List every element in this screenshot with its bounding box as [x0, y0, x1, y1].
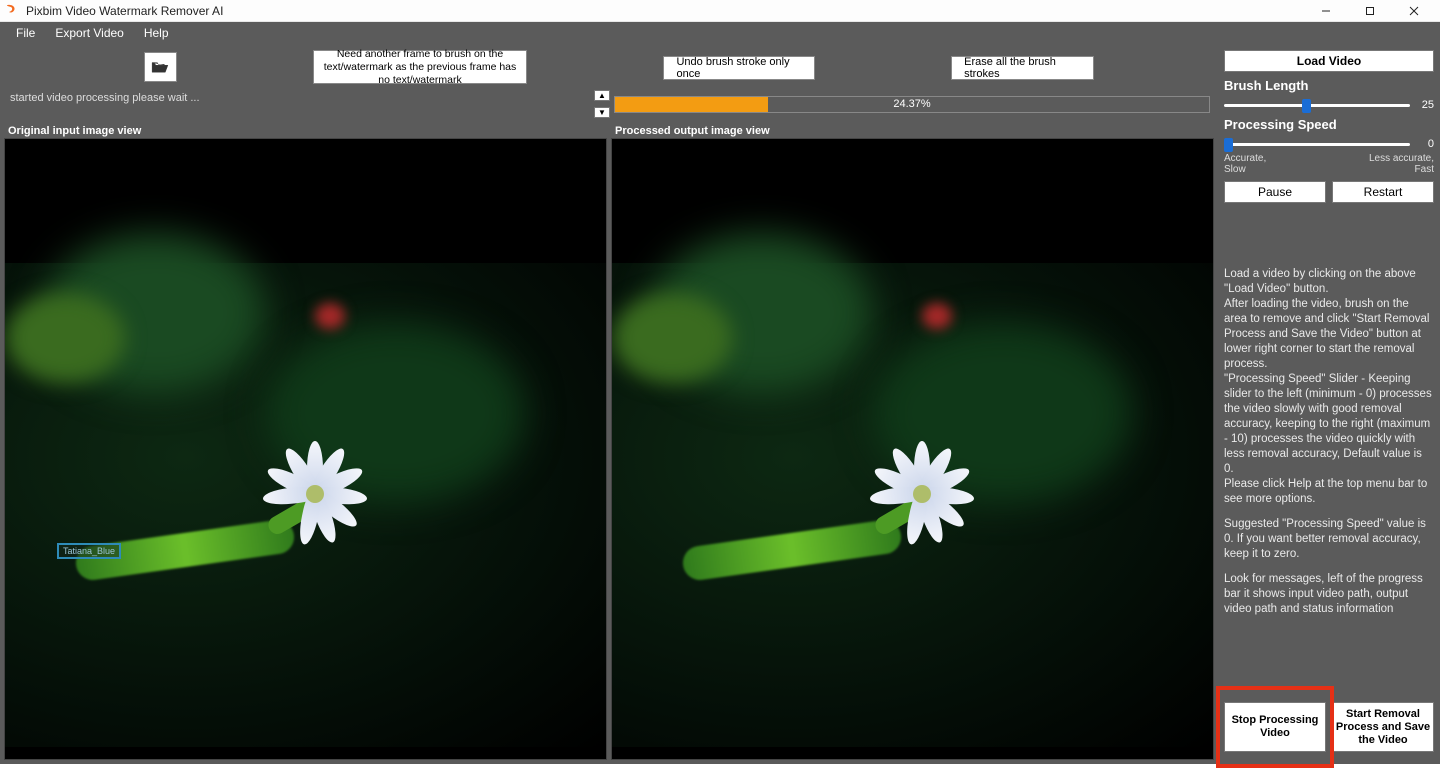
need-another-frame-button[interactable]: Need another frame to brush on the text/…	[313, 50, 528, 84]
brush-length-label: Brush Length	[1224, 78, 1434, 93]
stop-processing-button[interactable]: Stop Processing Video	[1224, 702, 1326, 752]
brush-length-value: 25	[1416, 99, 1434, 111]
processing-speed-label: Processing Speed	[1224, 117, 1434, 132]
output-image-view	[611, 138, 1214, 760]
brush-length-thumb[interactable]	[1302, 99, 1311, 113]
input-view-title: Original input image view	[4, 124, 607, 138]
window-close-button[interactable]	[1392, 0, 1436, 22]
window-minimize-button[interactable]	[1304, 0, 1348, 22]
brush-length-slider[interactable]	[1224, 104, 1410, 107]
status-log: started video processing please wait ...	[4, 88, 594, 120]
start-removal-button[interactable]: Start Removal Process and Save the Video	[1332, 702, 1434, 752]
input-image-view[interactable]: Tatiana_Blue	[4, 138, 607, 760]
progress-bar: 24.37%	[614, 96, 1210, 113]
restart-button[interactable]: Restart	[1332, 181, 1434, 203]
menu-file[interactable]: File	[6, 24, 45, 42]
undo-brush-button[interactable]: Undo brush stroke only once	[663, 56, 815, 80]
folder-open-icon	[151, 60, 169, 74]
erase-all-brush-button[interactable]: Erase all the brush strokes	[951, 56, 1094, 80]
processing-speed-thumb[interactable]	[1224, 138, 1233, 152]
app-title: Pixbim Video Watermark Remover AI	[26, 4, 1304, 18]
open-file-button[interactable]	[144, 52, 177, 82]
processing-speed-slider[interactable]	[1224, 143, 1410, 146]
menu-export-video[interactable]: Export Video	[45, 24, 134, 42]
app-logo-icon	[4, 3, 20, 19]
processing-speed-value: 0	[1416, 138, 1434, 150]
output-view-title: Processed output image view	[611, 124, 1214, 138]
log-scroll-down-button[interactable]: ▼	[594, 107, 610, 118]
window-maximize-button[interactable]	[1348, 0, 1392, 22]
log-scroll-spinner: ▲ ▼	[594, 88, 610, 120]
pause-button[interactable]: Pause	[1224, 181, 1326, 203]
watermark-overlay: Tatiana_Blue	[57, 543, 121, 559]
progress-text: 24.37%	[615, 98, 1209, 110]
log-scroll-up-button[interactable]: ▲	[594, 90, 610, 101]
menu-help[interactable]: Help	[134, 24, 179, 42]
titlebar: Pixbim Video Watermark Remover AI	[0, 0, 1440, 22]
instructions-text: Load a video by clicking on the above "L…	[1224, 267, 1434, 627]
menubar: File Export Video Help	[0, 22, 1440, 44]
speed-label-left: Accurate, Slow	[1224, 153, 1266, 175]
load-video-button[interactable]: Load Video	[1224, 50, 1434, 72]
speed-label-right: Less accurate, Fast	[1369, 153, 1434, 175]
